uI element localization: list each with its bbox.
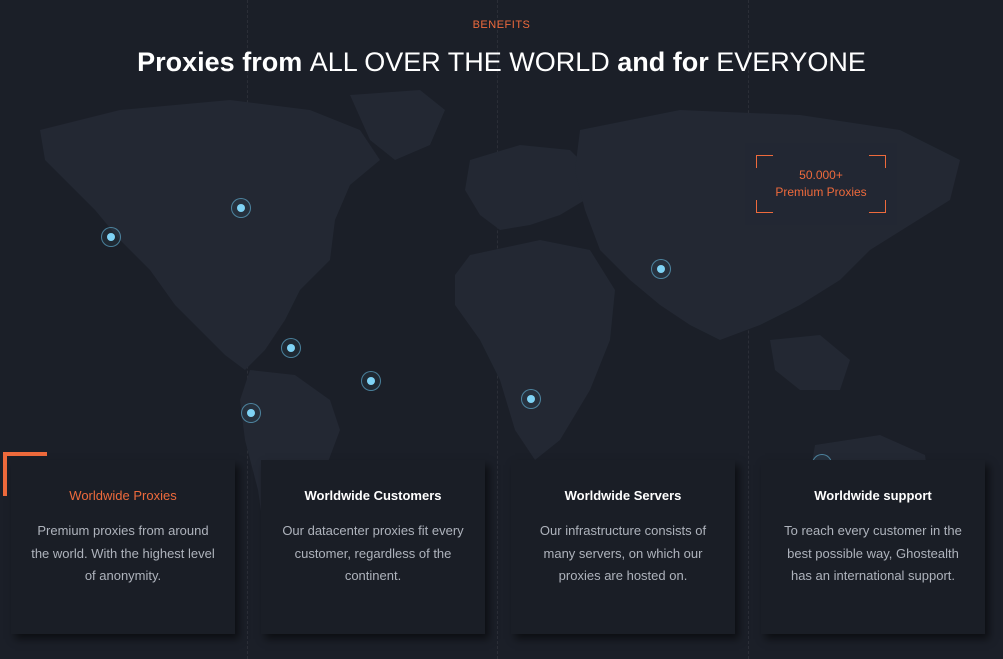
location-pin[interactable] <box>101 227 121 247</box>
page-title: Proxies from ALL OVER THE WORLD and for … <box>0 47 1003 78</box>
card-text: To reach every customer in the best poss… <box>784 523 962 583</box>
feature-card-proxies[interactable]: Worldwide Proxies Premium proxies from a… <box>11 460 235 634</box>
stat-badge: 50.000+ Premium Proxies <box>745 143 897 225</box>
feature-card-customers[interactable]: Worldwide Customers Our datacenter proxi… <box>261 460 485 634</box>
feature-card-servers[interactable]: Worldwide Servers Our infrastructure con… <box>511 460 735 634</box>
title-part: EVERYONE <box>716 47 866 77</box>
card-title: Worldwide Servers <box>564 488 682 503</box>
location-pin[interactable] <box>361 371 381 391</box>
card-title: Worldwide support <box>814 488 932 503</box>
card-title: Worldwide Proxies <box>69 488 177 503</box>
map-north-america <box>40 100 380 370</box>
card-text: Premium proxies from around the world. W… <box>31 523 215 583</box>
card-text: Our infrastructure consists of many serv… <box>539 523 707 583</box>
title-part: and for <box>609 47 717 77</box>
frame-corner <box>869 200 886 213</box>
frame-corner <box>756 200 773 213</box>
title-part: ALL OVER THE WORLD <box>309 47 610 77</box>
location-pin[interactable] <box>231 198 251 218</box>
location-pin[interactable] <box>521 389 541 409</box>
section-kicker: BENEFITS <box>472 19 531 31</box>
location-pin[interactable] <box>651 259 671 279</box>
card-title: Worldwide Customers <box>304 488 442 503</box>
location-pin[interactable] <box>241 403 261 423</box>
map-africa <box>455 240 615 460</box>
card-text: Our datacenter proxies fit every custome… <box>282 523 464 583</box>
location-pin[interactable] <box>281 338 301 358</box>
frame-corner <box>756 155 773 168</box>
stat-label: Premium Proxies <box>775 185 867 199</box>
map-europe <box>465 145 590 230</box>
stat-value: 50.000+ <box>799 168 843 182</box>
feature-card-support[interactable]: Worldwide support To reach every custome… <box>761 460 985 634</box>
map-southeast-asia <box>770 335 850 390</box>
title-part: Proxies from <box>137 47 310 77</box>
frame-corner <box>869 155 886 168</box>
